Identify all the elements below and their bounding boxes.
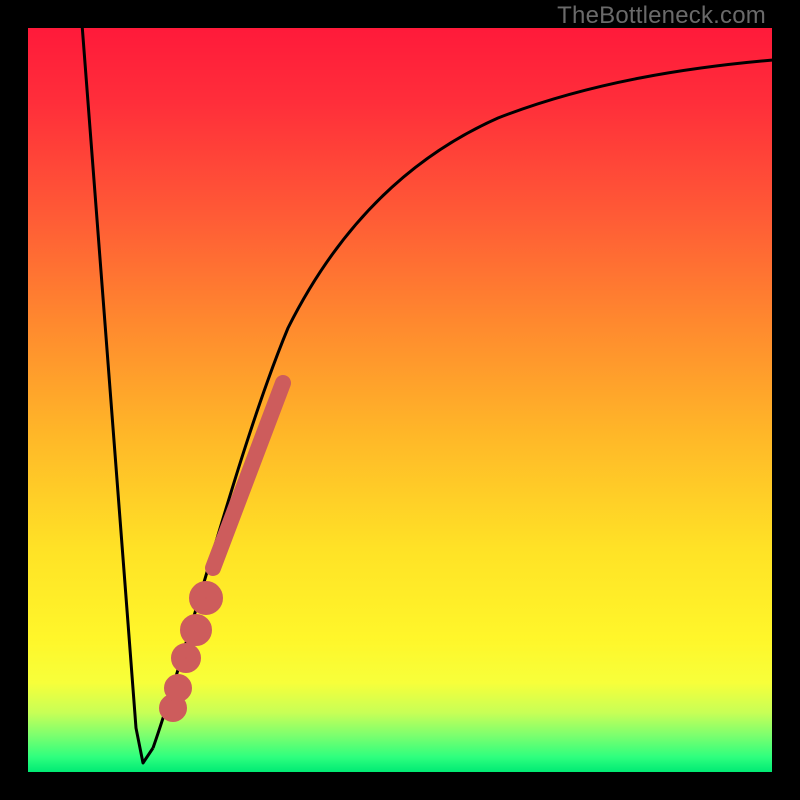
curve-layer <box>28 28 772 772</box>
watermark-text: TheBottleneck.com <box>557 2 766 30</box>
bottleneck-curve-right <box>153 58 798 748</box>
bottleneck-curve-left <box>80 0 153 763</box>
plot-area: TheBottleneck.com <box>28 28 772 772</box>
chart-frame: TheBottleneck.com <box>0 0 800 800</box>
highlight-segment <box>167 383 283 714</box>
